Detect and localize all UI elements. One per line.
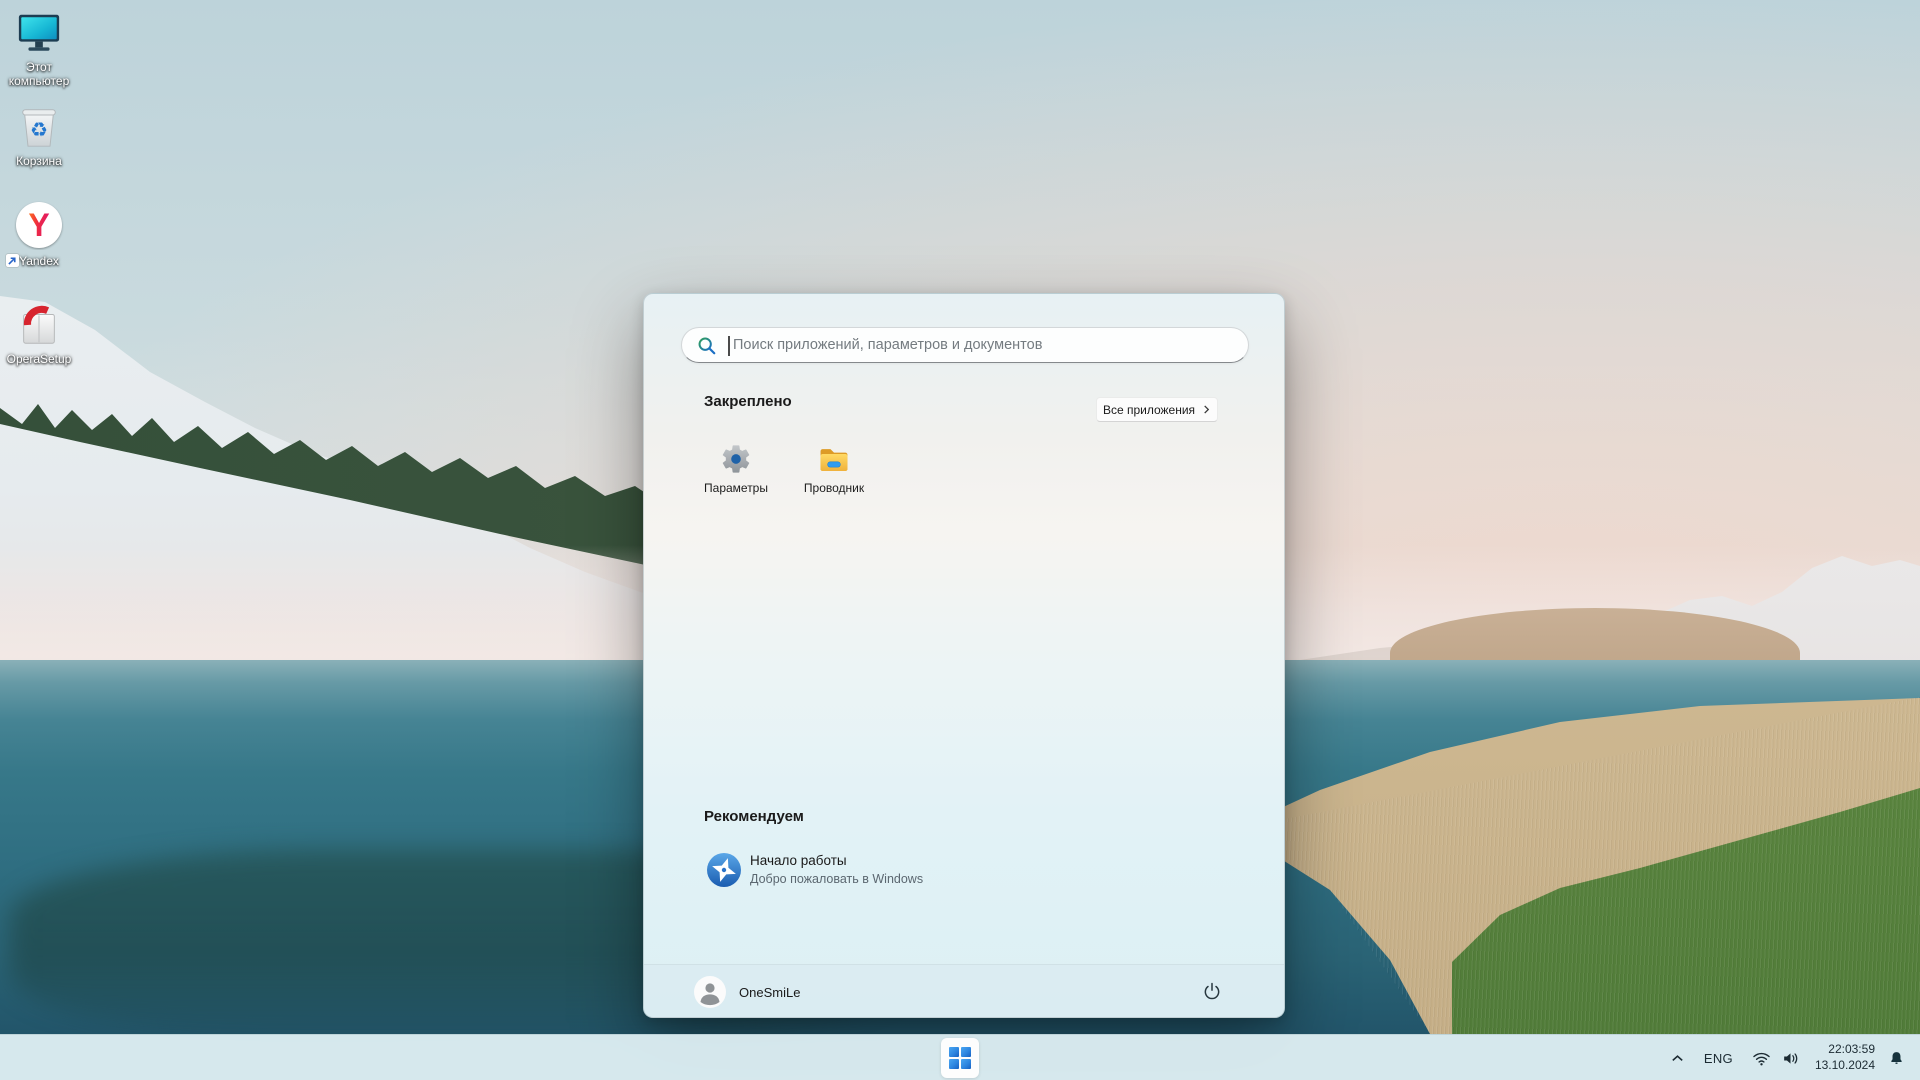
desktop-icon-opera-setup[interactable]: OperaSetup <box>0 302 78 366</box>
clock-time: 22:03:59 <box>1815 1042 1875 1058</box>
opera-setup-icon <box>16 302 62 348</box>
all-apps-button[interactable]: Все приложения <box>1096 397 1218 422</box>
desktop-icon-label: Этот компьютер <box>0 60 78 88</box>
chevron-up-icon <box>1670 1051 1685 1066</box>
magnifier-icon <box>697 336 717 356</box>
recommended-item-title: Начало работы <box>750 853 847 868</box>
desktop-icon-label: Корзина <box>0 154 78 168</box>
chevron-right-icon <box>1202 405 1211 414</box>
language-indicator[interactable]: ENG <box>1699 1041 1738 1075</box>
desktop-icon-label: OperaSetup <box>0 352 78 366</box>
recommended-item-subtitle: Добро пожаловать в Windows <box>750 872 923 886</box>
pinned-app-label: Параметры <box>688 481 784 495</box>
recommended-item-get-started[interactable]: Начало работы Добро пожаловать в Windows <box>688 840 1018 900</box>
start-button[interactable] <box>941 1038 979 1078</box>
pinned-app-label: Проводник <box>786 481 882 495</box>
all-apps-label: Все приложения <box>1103 403 1195 417</box>
recycle-bin-icon: ♻ <box>16 104 62 150</box>
tray-overflow-button[interactable] <box>1665 1041 1690 1075</box>
gear-icon <box>719 442 753 476</box>
pinned-section-title: Закреплено <box>704 393 792 410</box>
clock[interactable]: 22:03:59 13.10.2024 <box>1815 1042 1875 1073</box>
power-icon <box>1202 981 1222 1001</box>
power-button[interactable] <box>1193 973 1231 1009</box>
pinned-app-explorer[interactable]: Проводник <box>786 430 882 516</box>
clock-date: 13.10.2024 <box>1815 1058 1875 1074</box>
desktop-icon-recycle-bin[interactable]: ♻ Корзина <box>0 104 78 168</box>
system-tray: ENG 22:03:59 13.10.2024 <box>1665 1035 1910 1080</box>
start-menu: Закреплено Все приложения Параметры <box>643 293 1285 1018</box>
folder-icon <box>817 442 851 476</box>
start-menu-footer: OneSmiLe <box>644 964 1284 1017</box>
get-started-icon <box>706 852 742 888</box>
desktop-screen: Этот компьютер ♻ Корзина Y Yandex <box>0 0 1920 1080</box>
desktop-icon-yandex[interactable]: Y Yandex <box>0 200 78 268</box>
svg-text:♻: ♻ <box>30 118 48 142</box>
search-input[interactable] <box>733 328 1238 362</box>
notifications-button[interactable] <box>1883 1041 1910 1075</box>
yandex-browser-icon: Y <box>14 200 64 250</box>
volume-button[interactable] <box>1776 1041 1805 1075</box>
desktop-icon-this-pc[interactable]: Этот компьютер <box>0 10 78 88</box>
user-avatar-icon <box>694 976 726 1008</box>
wifi-icon <box>1752 1049 1771 1068</box>
shortcut-arrow-icon <box>6 254 19 267</box>
this-pc-icon <box>16 10 62 56</box>
user-profile-button[interactable]: OneSmiLe <box>692 974 810 1010</box>
start-search-box[interactable] <box>681 327 1249 363</box>
recommended-section-title: Рекомендуем <box>704 808 804 825</box>
text-caret <box>728 336 730 356</box>
pinned-app-settings[interactable]: Параметры <box>688 430 784 516</box>
volume-icon <box>1781 1049 1800 1068</box>
svg-text:Y: Y <box>28 207 49 243</box>
taskbar: ENG 22:03:59 13.10.2024 <box>0 1034 1920 1080</box>
bell-icon <box>1888 1050 1905 1067</box>
user-name: OneSmiLe <box>739 985 800 1000</box>
windows-logo-icon <box>949 1047 971 1069</box>
network-button[interactable] <box>1747 1041 1776 1075</box>
